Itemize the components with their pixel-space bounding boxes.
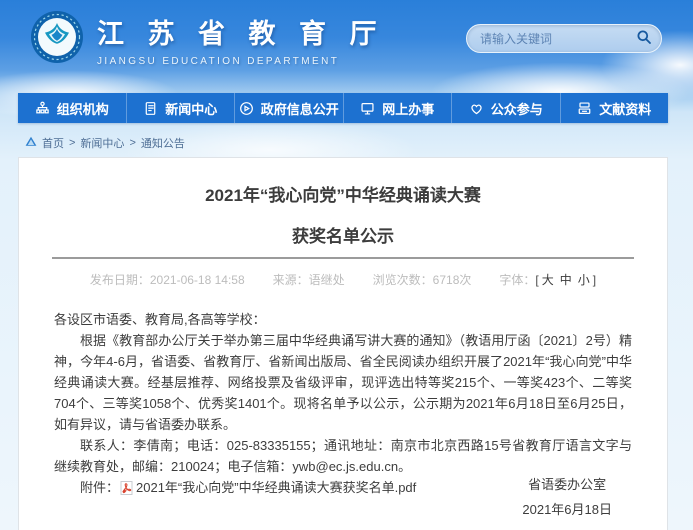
view-count: 浏览次数： 6718次 [373,271,472,288]
notice-body: 各设区市语委、教育局,各高等学校： 根据《教育部办公厅关于举办第三届中华经典诵写… [54,309,632,498]
site-name-en: JIANGSU EDUCATION DEPARTMENT [97,56,385,67]
nav-item-label: 文献资料 [599,99,651,118]
site-logo[interactable]: 江 苏 省 教 育 厅 JIANGSU EDUCATION DEPARTMENT [30,10,385,69]
home-icon [25,136,37,150]
nav-item-organization[interactable]: 组织机构 [18,93,126,123]
nav-item-label: 新闻中心 [165,99,217,118]
signature-org: 省语委办公室 [522,472,612,497]
nav-item-label: 公众参与 [491,99,543,118]
breadcrumb-separator: > [129,137,135,149]
heart-icon [469,101,484,116]
pdf-file-icon [120,481,133,495]
source: 来源： 语继处 [273,271,345,288]
publish-date-value: 2021-06-18 14:58 [150,273,245,287]
nav-item-news-center[interactable]: 新闻中心 [126,93,235,123]
nav-item-label: 网上办事 [382,99,434,118]
search-box [466,24,662,53]
attachment-label: 附件： [80,477,119,498]
breadcrumb-home[interactable]: 首页 [42,135,64,151]
nav-item-gov-info-disclosure[interactable]: 政府信息公开 [234,93,343,123]
font-size-bracket: [ [535,273,538,287]
font-size-widget: 字体： [ 大 中 小 ] [499,271,596,288]
breadcrumb-news-center[interactable]: 新闻中心 [80,135,124,151]
org-chart-icon [35,101,50,116]
nav-item-label: 政府信息公开 [261,99,339,118]
department-emblem-icon [30,10,84,69]
font-size-medium-button[interactable]: 中 [560,271,572,288]
notice-title-line1: 2021年“我心向党”中华经典诵读大赛 [19,186,667,206]
view-count-value: 6718次 [433,271,472,288]
breadcrumb: 首页 > 新闻中心 > 通知公告 [25,135,185,151]
search-button[interactable] [636,29,652,48]
news-icon [143,101,158,116]
site-name: 江 苏 省 教 育 厅 [97,12,385,51]
publish-date: 发布日期： 2021-06-18 14:58 [90,271,245,288]
breadcrumb-notices[interactable]: 通知公告 [141,135,185,151]
breadcrumb-separator: > [69,137,75,149]
font-size-bracket: ] [593,273,596,287]
search-icon [636,29,652,48]
body-paragraph: 根据《教育部办公厅关于举办第三届中华经典诵写讲大赛的通知》（教语用厅函〔2021… [54,330,632,435]
title-divider [52,257,634,259]
signature-date: 2021年6月18日 [522,497,612,522]
page: 江 苏 省 教 育 厅 JIANGSU EDUCATION DEPARTMENT… [0,0,693,530]
nav-item-label: 组织机构 [57,99,109,118]
view-count-label: 浏览次数： [373,271,433,288]
notice-panel: 2021年“我心向党”中华经典诵读大赛 获奖名单公示 发布日期： 2021-06… [18,157,668,530]
attachment-link[interactable]: 2021年“我心向党”中华经典诵读大赛获奖名单.pdf [136,477,416,498]
contact-paragraph: 联系人：李倩南；电话：025-83335155；通讯地址：南京市北京西路15号省… [54,435,632,477]
main-nav: 组织机构 新闻中心 政府信息公开 网上办事 公众参与 [18,93,668,123]
notice-title-line2: 获奖名单公示 [19,227,667,247]
source-value: 语继处 [309,271,345,288]
monitor-icon [360,101,375,116]
source-label: 来源： [273,271,309,288]
signature-block: 省语委办公室 2021年6月18日 [522,472,612,522]
nav-item-documents[interactable]: 文献资料 [560,93,669,123]
search-input[interactable] [480,32,636,46]
font-size-label: 字体： [499,271,535,288]
font-size-large-button[interactable]: 大 [542,271,554,288]
nav-item-online-services[interactable]: 网上办事 [343,93,452,123]
salutation-paragraph: 各设区市语委、教育局,各高等学校： [54,309,632,330]
publish-date-label: 发布日期： [90,271,150,288]
info-disclosure-icon [239,101,254,116]
documents-icon [577,101,592,116]
nav-item-public-participation[interactable]: 公众参与 [451,93,560,123]
notice-meta: 发布日期： 2021-06-18 14:58 来源： 语继处 浏览次数： 671… [19,271,667,288]
font-size-small-button[interactable]: 小 [578,271,590,288]
